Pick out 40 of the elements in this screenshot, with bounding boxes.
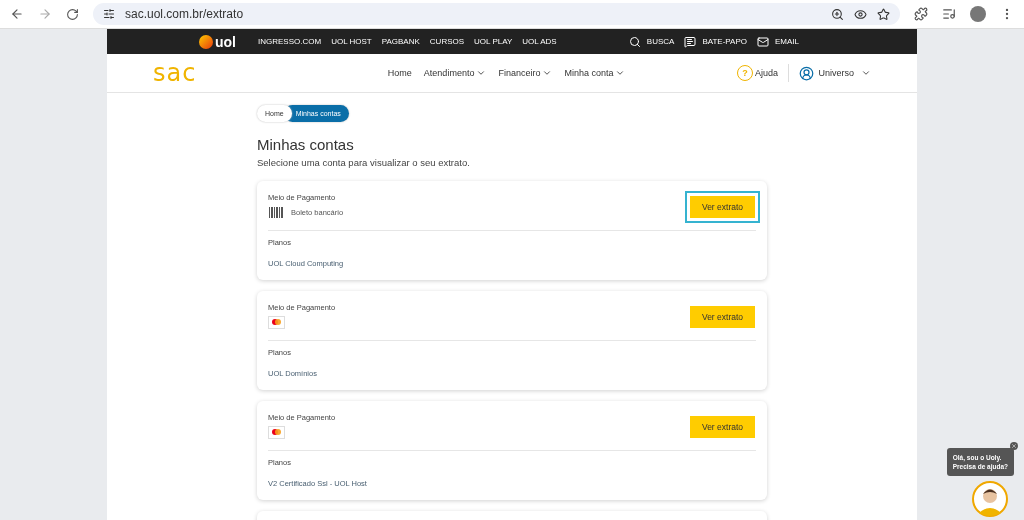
user-icon [798, 65, 814, 81]
top-action[interactable]: BUSCA [628, 35, 675, 48]
nav-link[interactable]: Financeiro [498, 68, 553, 78]
search-icon [628, 35, 641, 48]
eye-icon[interactable] [854, 7, 867, 21]
top-link[interactable]: UOL ADS [522, 37, 557, 46]
help-link[interactable]: ? Ajuda [736, 65, 778, 81]
statement-button[interactable]: Ver extrato [685, 191, 760, 223]
close-icon[interactable] [1010, 442, 1018, 450]
chat-icon [684, 35, 697, 48]
extensions-icon[interactable] [914, 7, 928, 21]
zoom-icon[interactable] [831, 7, 844, 21]
bookmark-icon[interactable] [877, 7, 890, 21]
uol-logo[interactable]: uol [199, 33, 236, 50]
mail-icon [757, 35, 769, 48]
nav-link[interactable]: Home [387, 68, 412, 78]
site-settings-icon[interactable] [103, 8, 115, 20]
url-text: sac.uol.com.br/extrato [125, 7, 245, 21]
top-link[interactable]: UOL HOST [331, 37, 372, 46]
reload-icon[interactable] [66, 7, 79, 21]
back-icon[interactable] [10, 7, 24, 21]
page-title: Minhas contas [257, 136, 355, 153]
top-action[interactable]: BATE-PAPO [684, 35, 747, 48]
top-link[interactable]: UOL PLAY [474, 37, 513, 46]
nav-link[interactable]: Minha conta [564, 68, 626, 78]
chevron-icon [861, 68, 871, 78]
page-subtitle: Selecione uma conta para visualizar o seu extrato. [257, 157, 471, 168]
media-icon[interactable] [942, 7, 956, 21]
top-action[interactable]: EMAIL [757, 35, 799, 48]
address-bar[interactable]: sac.uol.com.br/extrato [93, 3, 900, 25]
top-link[interactable]: PAGBANK [381, 37, 420, 46]
assistant-avatar[interactable] [972, 481, 1008, 518]
nav-link[interactable]: Atendimento [423, 68, 487, 78]
top-link[interactable]: INGRESSO.COM [258, 37, 322, 46]
profile-avatar[interactable] [970, 6, 986, 22]
top-link[interactable]: CURSOS [429, 37, 465, 46]
barcode-icon [268, 206, 284, 219]
user-menu[interactable]: Universo [798, 65, 871, 81]
card-logo-icon [268, 316, 285, 329]
card-logo-icon [268, 426, 285, 439]
